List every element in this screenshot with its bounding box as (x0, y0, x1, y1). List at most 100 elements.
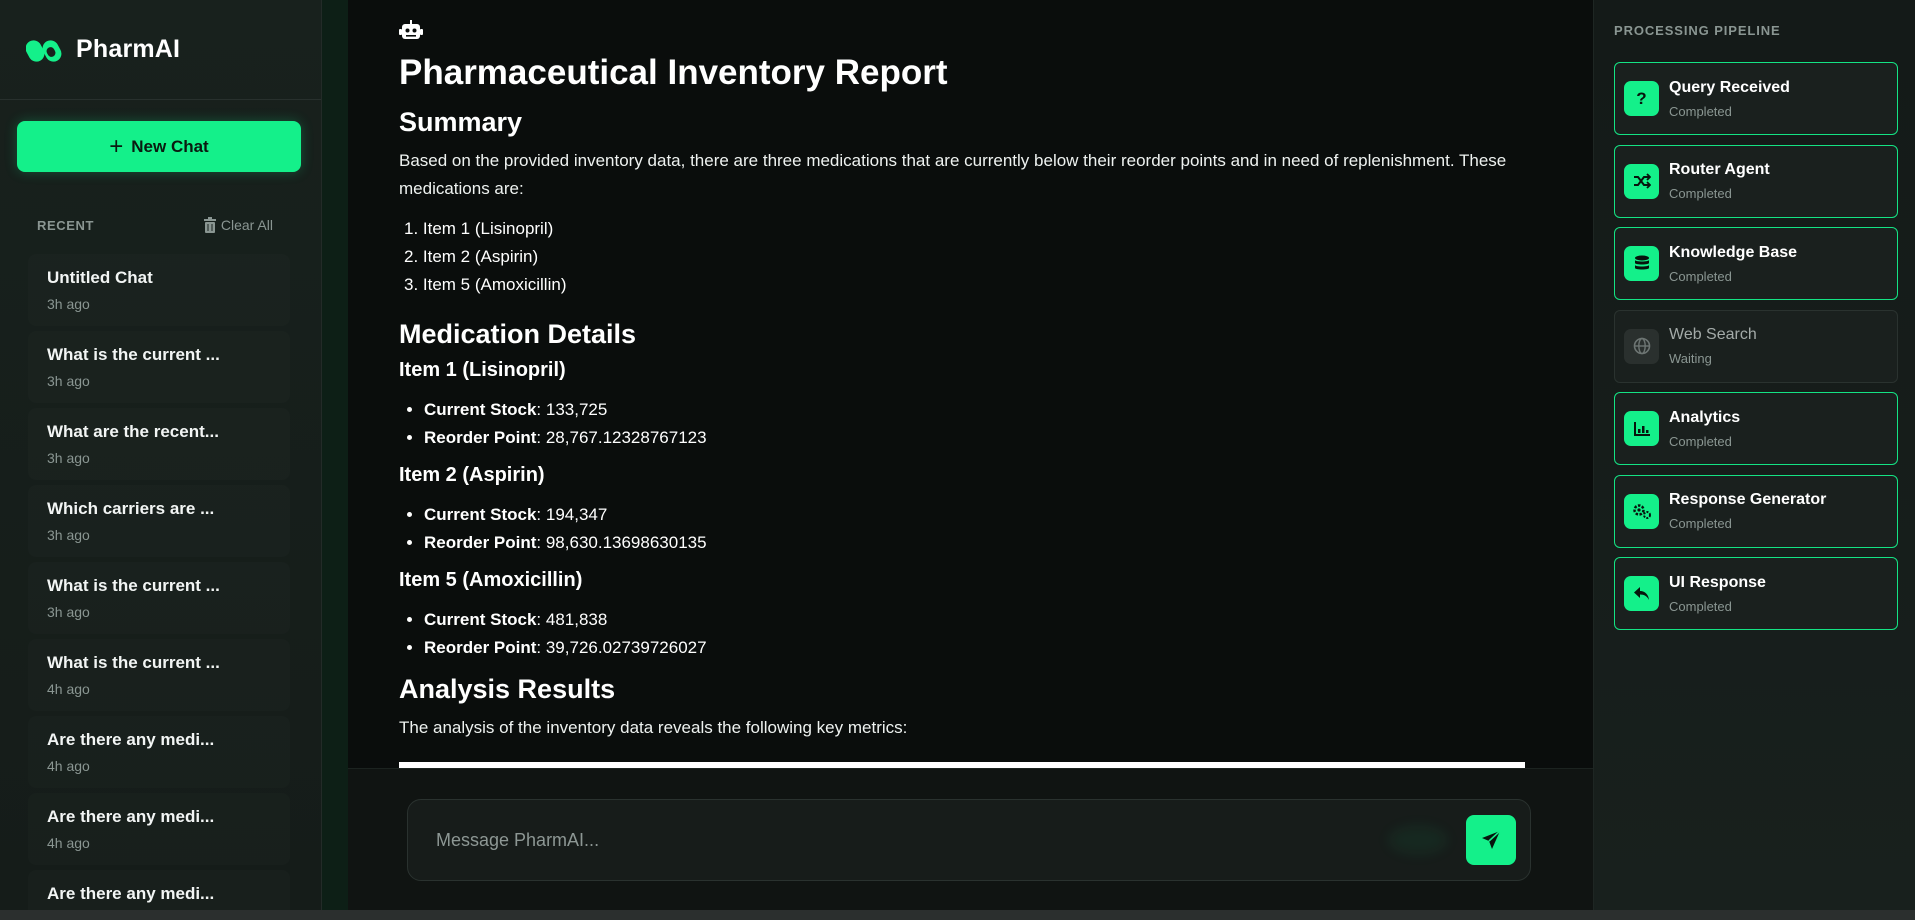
stock-value: : 194,347 (536, 505, 608, 524)
reorder-label: Reorder Point (424, 428, 537, 447)
composer-glow (1388, 825, 1448, 855)
sidebar: PharmAI + New Chat RECENT Clear All Unti… (0, 0, 322, 910)
chat-title: Untitled Chat (47, 268, 153, 287)
step-name: Knowledge Base (1669, 243, 1798, 261)
brand-name: PharmAI (76, 35, 181, 63)
chart-icon (1624, 411, 1659, 446)
item-details: Current Stock: 133,725 Reorder Point: 28… (399, 396, 1529, 452)
clear-all-label: Clear All (220, 217, 273, 233)
step-name: Analytics (1669, 408, 1741, 426)
chat-item[interactable]: Which carriers are ... 3h ago (28, 485, 290, 557)
chat-item[interactable]: What are the recent... 3h ago (28, 408, 290, 480)
reply-icon (1624, 576, 1659, 611)
pipeline-step-web-search: Web Search Waiting (1614, 309, 1898, 383)
reorder-line: Reorder Point: 28,767.12328767123 (424, 424, 1529, 452)
chat-title: What is the current ... (47, 576, 220, 595)
reorder-label: Reorder Point (424, 638, 537, 657)
send-icon (1482, 830, 1501, 849)
reorder-value: : 98,630.13698630135 (536, 533, 707, 552)
details-heading: Medication Details (399, 319, 637, 349)
pipeline-title: PROCESSING PIPELINE (1614, 23, 1781, 38)
stock-value: : 133,725 (536, 400, 608, 419)
chat-time: 4h ago (47, 681, 90, 697)
reorder-line: Reorder Point: 39,726.02739726027 (424, 634, 1529, 662)
chat-title: What are the recent... (47, 422, 219, 441)
pipeline-step-response-generator: Response Generator Completed (1614, 474, 1898, 548)
item-heading: Item 2 (Aspirin) (399, 464, 545, 486)
step-name: UI Response (1669, 573, 1766, 591)
pipeline-step-ui-response: UI Response Completed (1614, 557, 1898, 630)
reorder-value: : 39,726.02739726027 (536, 638, 707, 657)
chat-item[interactable]: Untitled Chat 3h ago (28, 254, 290, 326)
chat-title: Which carriers are ... (47, 499, 215, 518)
robot-icon (399, 20, 423, 39)
step-status: Completed (1669, 268, 1732, 284)
chat-time: 3h ago (47, 527, 90, 543)
step-name: Response Generator (1669, 491, 1827, 508)
chat-item[interactable]: What is the current ... 3h ago (28, 331, 290, 403)
chat-title: Are there any medi... (47, 807, 215, 826)
new-chat-label: New Chat (131, 136, 209, 156)
composer (407, 799, 1531, 881)
stock-label: Current Stock (424, 505, 537, 524)
chat-item[interactable]: What is the current ... 4h ago (28, 639, 290, 711)
stock-line: Current Stock: 481,838 (424, 606, 1529, 634)
chat-time: 3h ago (47, 373, 90, 389)
item-heading: Item 1 (Lisinopril) (399, 359, 566, 381)
reorder-label: Reorder Point (424, 533, 537, 552)
chat-time: 4h ago (47, 835, 90, 851)
database-icon (1624, 246, 1659, 281)
assistant-message: Pharmaceutical Inventory Report Summary … (399, 20, 1529, 754)
window-bottom-bar (0, 910, 1915, 920)
chat-title: Are there any medi... (47, 884, 215, 903)
step-name: Query Received (1669, 78, 1790, 96)
summary-heading: Summary (399, 107, 523, 137)
question-icon: ? (1624, 81, 1659, 116)
reorder-line: Reorder Point: 98,630.13698630135 (424, 529, 1529, 557)
processing-pipeline-panel: PROCESSING PIPELINE ? Query Received Com… (1593, 0, 1915, 910)
chat-title: Are there any medi... (47, 730, 215, 749)
summary-list-item: 3. Item 5 (Amoxicillin) (404, 275, 567, 294)
item-details: Current Stock: 194,347 Reorder Point: 98… (399, 501, 1529, 557)
chat-item[interactable]: Are there any medi... 4h ago (28, 716, 290, 788)
gears-icon (1624, 493, 1659, 529)
summary-list-item: 1. Item 1 (Lisinopril) (404, 219, 554, 238)
pipeline-step-query-received: ? Query Received Completed (1614, 62, 1898, 135)
chat-message-area: Pharmaceutical Inventory Report Summary … (348, 0, 1593, 768)
chat-title: What is the current ... (47, 653, 220, 672)
reorder-value: : 28,767.12328767123 (536, 428, 707, 447)
plus-icon: + (109, 132, 124, 160)
summary-text: Based on the provided inventory data, th… (399, 151, 1507, 198)
new-chat-button[interactable]: + New Chat (17, 121, 301, 172)
pipeline-steps: ? Query Received Completed Router Agent … (1614, 62, 1898, 640)
stock-line: Current Stock: 194,347 (424, 501, 1529, 529)
report-title: Pharmaceutical Inventory Report (399, 53, 948, 92)
shuffle-icon (1624, 163, 1659, 199)
item-heading: Item 5 (Amoxicillin) (399, 569, 583, 591)
chat-item[interactable]: Are there any medi... 4h ago (28, 793, 290, 865)
send-button[interactable] (1466, 815, 1516, 865)
pill-logo-icon (26, 39, 62, 62)
chat-list: Untitled Chat 3h ago What is the current… (28, 254, 290, 920)
recent-label: RECENT (37, 217, 95, 233)
stock-label: Current Stock (424, 610, 537, 629)
step-name: Router Agent (1669, 161, 1770, 178)
chat-time: 3h ago (47, 296, 90, 312)
composer-area (348, 768, 1593, 910)
pipeline-step-knowledge-base: Knowledge Base Completed (1614, 227, 1898, 300)
pipeline-step-analytics: Analytics Completed (1614, 392, 1898, 465)
pipeline-step-router-agent: Router Agent Completed (1614, 144, 1898, 218)
analysis-heading: Analysis Results (399, 674, 616, 704)
chat-item[interactable]: What is the current ... 3h ago (28, 562, 290, 634)
analysis-text: The analysis of the inventory data revea… (399, 718, 908, 737)
clear-all-button[interactable]: Clear All (203, 217, 273, 233)
summary-list: 1. Item 1 (Lisinopril) 2. Item 2 (Aspiri… (399, 215, 1529, 299)
stock-label: Current Stock (424, 400, 537, 419)
step-status: Waiting (1669, 351, 1712, 366)
chat-time: 3h ago (47, 604, 90, 620)
main-left-strip (322, 0, 348, 910)
step-status: Completed (1669, 598, 1732, 614)
step-status: Completed (1669, 103, 1732, 119)
message-input[interactable] (436, 822, 1336, 858)
stock-line: Current Stock: 133,725 (424, 396, 1529, 424)
